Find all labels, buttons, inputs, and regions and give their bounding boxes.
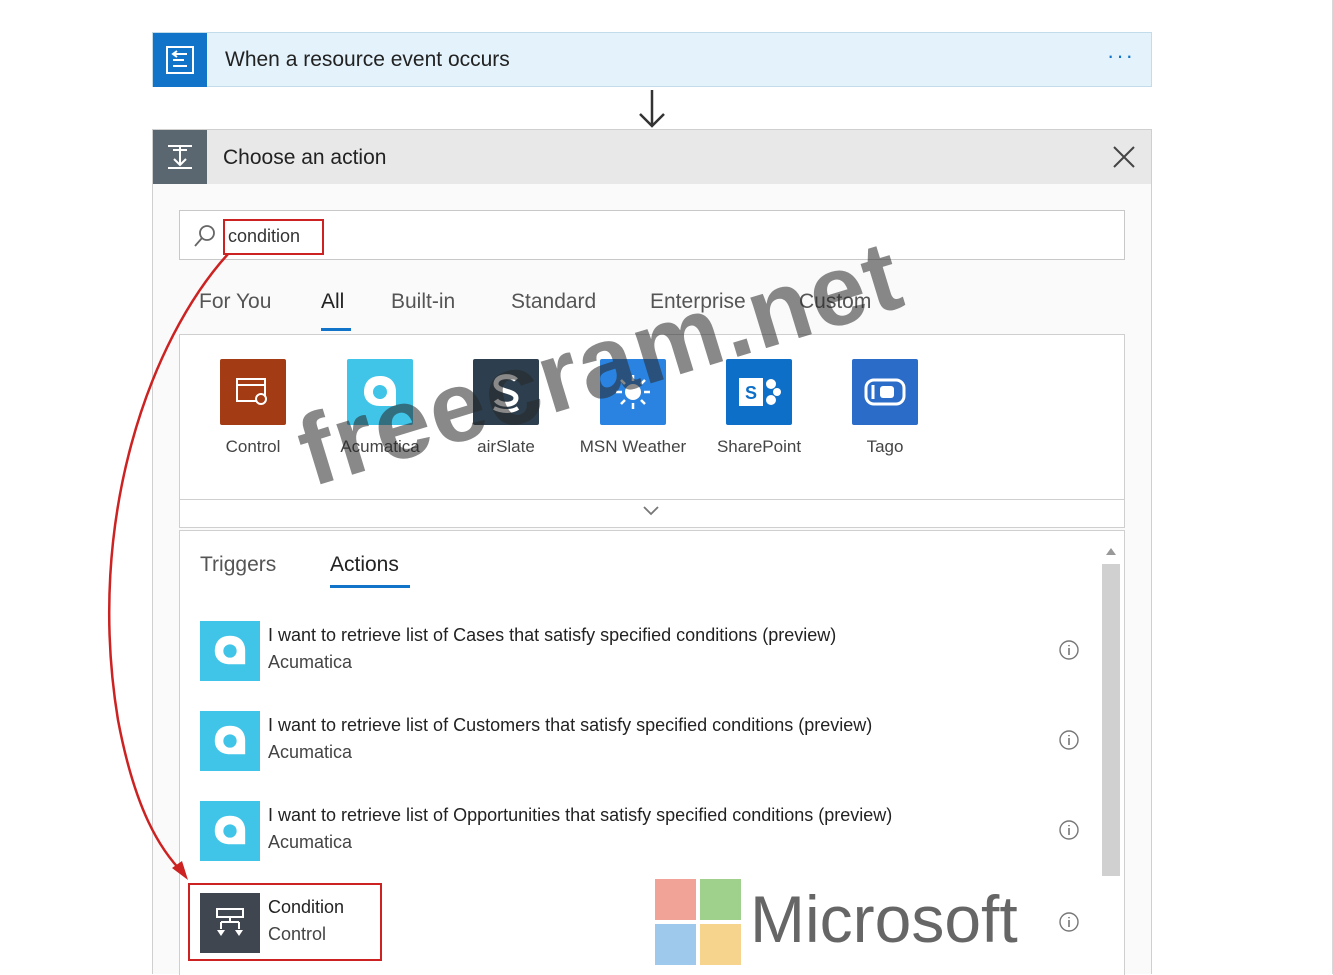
action-title: Choose an action xyxy=(223,146,387,169)
microsoft-logo-icon xyxy=(655,879,741,965)
condition-highlight xyxy=(188,883,382,961)
connector-label: MSN Weather xyxy=(579,437,687,456)
trigger-card[interactable]: When a resource event occurs ··· xyxy=(152,32,1152,87)
info-icon[interactable] xyxy=(1058,729,1080,751)
more-options-icon[interactable]: ··· xyxy=(1107,43,1135,69)
result-connector: Acumatica xyxy=(268,652,353,672)
tab-built-in[interactable]: Built-in xyxy=(391,290,455,314)
info-icon[interactable] xyxy=(1058,911,1080,933)
acumatica-icon xyxy=(200,711,260,771)
connector-label: SharePoint xyxy=(716,437,802,456)
active-result-tab-indicator xyxy=(330,585,410,588)
search-highlight xyxy=(223,219,324,255)
canvas: When a resource event occurs ··· Choose … xyxy=(0,0,1333,975)
choose-action-card: Choose an action For You All Built-in St… xyxy=(152,129,1152,975)
operation-icon xyxy=(153,130,207,184)
result-name: I want to retrieve list of Cases that sa… xyxy=(268,625,837,645)
chevron-down-icon xyxy=(643,506,659,516)
control-icon xyxy=(220,359,286,425)
close-icon[interactable] xyxy=(1111,144,1137,170)
event-grid-icon xyxy=(153,33,207,87)
tab-triggers[interactable]: Triggers xyxy=(200,553,276,577)
flow-arrow-icon xyxy=(639,90,665,128)
result-connector: Acumatica xyxy=(268,832,353,852)
action-header: Choose an action xyxy=(153,130,1151,184)
search-icon xyxy=(194,225,215,247)
result-connector: Acumatica xyxy=(268,742,353,762)
acumatica-icon xyxy=(200,621,260,681)
result-name: I want to retrieve list of Customers tha… xyxy=(268,715,873,735)
result-item[interactable]: I want to retrieve list of Cases that sa… xyxy=(200,621,1080,683)
info-icon[interactable] xyxy=(1058,639,1080,661)
search-box[interactable] xyxy=(179,210,1125,260)
info-icon[interactable] xyxy=(1058,819,1080,841)
connector-tago[interactable]: Tago xyxy=(830,359,940,459)
result-item[interactable]: I want to retrieve list of Opportunities… xyxy=(200,801,1080,863)
tab-for-you[interactable]: For You xyxy=(199,290,271,314)
trigger-title: When a resource event occurs xyxy=(225,48,510,71)
scroll-up-icon[interactable] xyxy=(1105,546,1117,556)
result-item[interactable]: I want to retrieve list of Customers tha… xyxy=(200,711,1080,773)
results-scrollbar[interactable] xyxy=(1100,546,1122,876)
result-name: I want to retrieve list of Opportunities… xyxy=(268,805,893,825)
microsoft-wordmark: Microsoft xyxy=(750,882,1018,956)
tago-icon xyxy=(852,359,918,425)
svg-text:S: S xyxy=(745,383,757,403)
tab-actions[interactable]: Actions xyxy=(330,553,399,577)
acumatica-icon xyxy=(200,801,260,861)
connector-label: Control xyxy=(225,437,281,456)
scroll-thumb[interactable] xyxy=(1102,564,1120,876)
connector-label: Tago xyxy=(866,437,904,456)
tab-all[interactable]: All xyxy=(321,290,344,314)
active-tab-indicator xyxy=(321,328,351,331)
